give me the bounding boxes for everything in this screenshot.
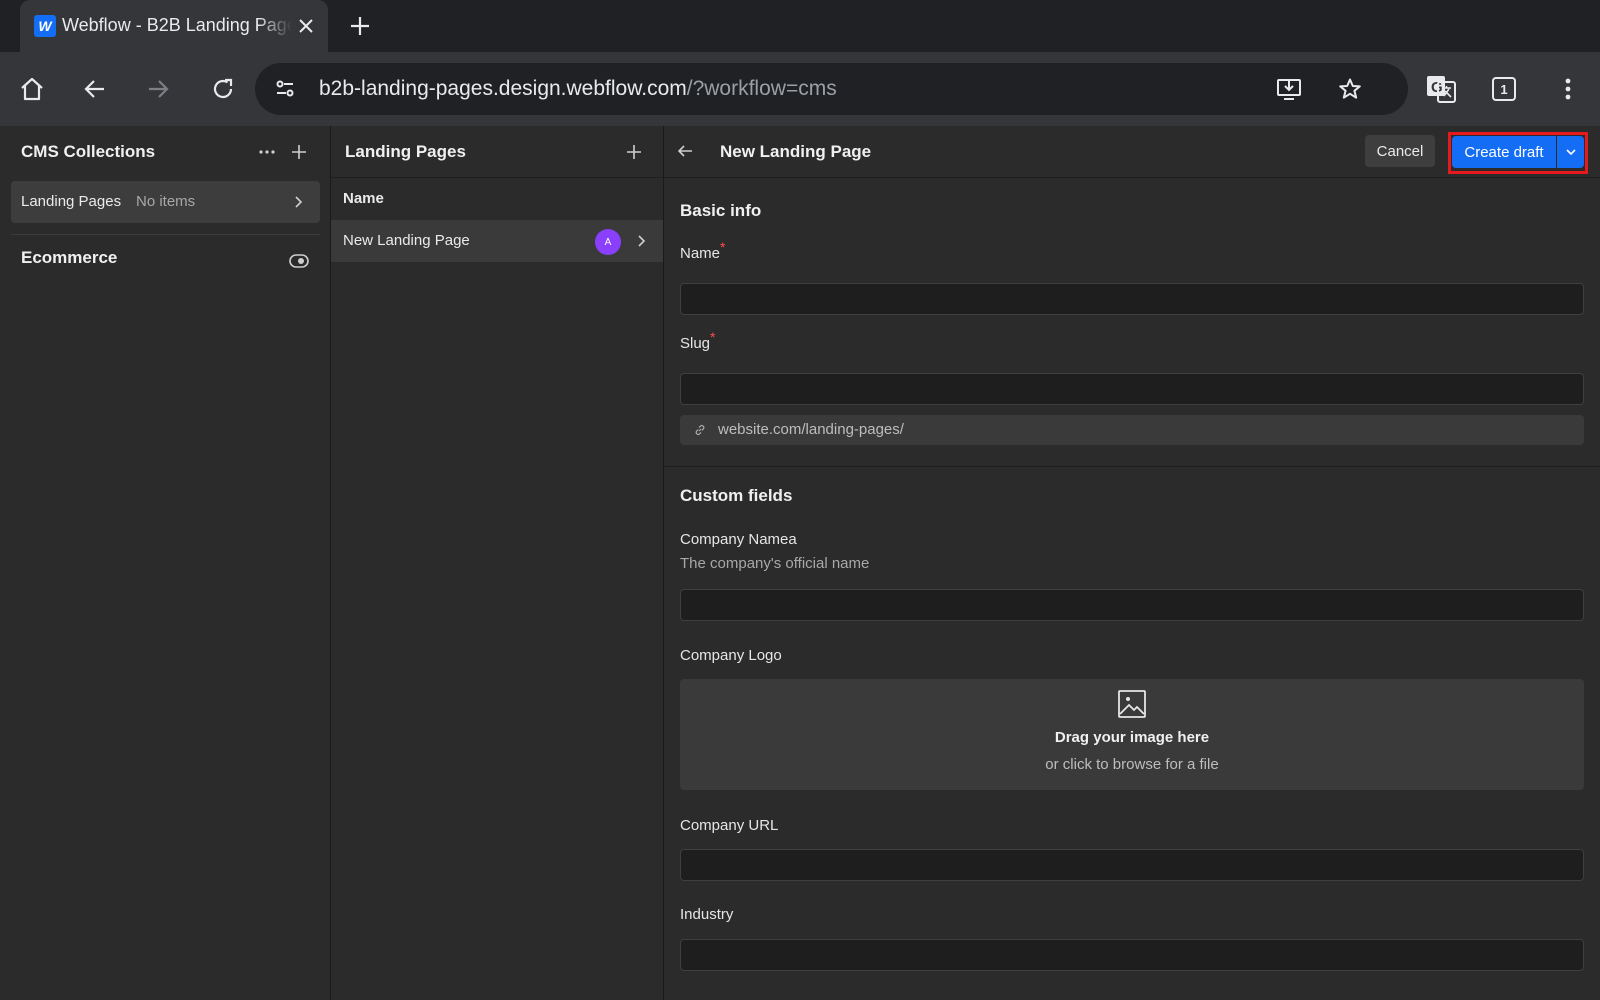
- industry-label: Industry: [680, 906, 734, 923]
- company-logo-label: Company Logo: [680, 647, 782, 664]
- list-item[interactable]: New Landing Page A: [331, 220, 663, 262]
- home-icon[interactable]: [14, 71, 50, 107]
- company-url-input[interactable]: [680, 849, 1584, 881]
- url-host: b2b-landing-pages.design.webflow.com: [319, 77, 687, 100]
- tab-title: Webflow - B2B Landing Pages: [62, 15, 292, 35]
- dropzone-subtitle: or click to browse for a file: [1045, 756, 1219, 773]
- name-label-text: Name: [680, 245, 721, 262]
- name-field-label: Name*: [680, 239, 725, 262]
- collection-count: No items: [136, 193, 196, 210]
- slug-input[interactable]: [680, 373, 1584, 405]
- forward-arrow-icon[interactable]: [140, 71, 176, 107]
- name-column-label: Name: [343, 190, 384, 207]
- cancel-button[interactable]: Cancel: [1365, 135, 1435, 167]
- item-editor-panel: New Landing Page Cancel Create draft Bas…: [664, 126, 1600, 1000]
- browser-tab[interactable]: W Webflow - B2B Landing Pages: [20, 0, 328, 52]
- new-tab-icon[interactable]: [344, 10, 376, 42]
- company-url-label: Company URL: [680, 817, 779, 834]
- company-name-help: The company's official name: [680, 555, 870, 572]
- image-icon: [1118, 690, 1146, 718]
- url-text: b2b-landing-pages.design.webflow.com/?wo…: [319, 77, 837, 101]
- ecommerce-label: Ecommerce: [21, 248, 118, 267]
- dropzone-title: Drag your image here: [1054, 729, 1210, 746]
- required-mark: *: [710, 329, 716, 345]
- avatar: A: [595, 229, 621, 255]
- address-bar[interactable]: b2b-landing-pages.design.webflow.com/?wo…: [255, 63, 1408, 115]
- company-name-input[interactable]: [680, 589, 1584, 621]
- name-input[interactable]: [680, 283, 1584, 315]
- add-item-icon[interactable]: [621, 139, 647, 165]
- collection-item-landing-pages[interactable]: Landing Pages No items: [11, 181, 320, 223]
- slug-label-text: Slug: [680, 335, 711, 352]
- back-arrow-icon[interactable]: [672, 138, 698, 164]
- custom-fields-title: Custom fields: [680, 486, 793, 505]
- divider: [11, 234, 320, 235]
- create-draft-button[interactable]: Create draft: [1452, 136, 1556, 168]
- webflow-cms-app: CMS Collections Landing Pages No items E…: [0, 126, 1600, 1000]
- chevron-down-icon: [1565, 148, 1576, 155]
- slug-prefix: website.com/landing-pages/: [718, 421, 904, 438]
- tab-count: 1: [1492, 77, 1516, 101]
- collection-items-panel: Landing Pages Name New Landing Page A: [331, 126, 664, 1000]
- section-divider: [664, 466, 1600, 467]
- image-dropzone[interactable]: Drag your image here or click to browse …: [680, 679, 1584, 790]
- slug-field-label: Slug*: [680, 329, 715, 352]
- create-options-dropdown[interactable]: [1557, 136, 1584, 168]
- item-title: New Landing Page: [720, 142, 872, 161]
- more-options-icon[interactable]: [254, 139, 280, 165]
- collection-items-header: Landing Pages: [331, 126, 663, 178]
- bookmark-star-icon[interactable]: [1332, 71, 1368, 107]
- tab-count-icon[interactable]: 1: [1486, 71, 1522, 107]
- install-app-icon[interactable]: [1271, 71, 1307, 107]
- collection-items-title: Landing Pages: [345, 142, 466, 161]
- browser-toolbar: b2b-landing-pages.design.webflow.com/?wo…: [0, 52, 1600, 126]
- basic-info-title: Basic info: [680, 201, 762, 220]
- name-column-header[interactable]: Name: [331, 178, 663, 220]
- site-settings-icon[interactable]: [267, 71, 303, 107]
- back-arrow-icon[interactable]: [77, 71, 113, 107]
- cms-collections-header: CMS Collections: [0, 126, 330, 178]
- chevron-right-icon: [628, 228, 654, 254]
- browser-menu-icon[interactable]: [1550, 71, 1586, 107]
- chevron-right-icon: [285, 189, 311, 215]
- required-mark: *: [720, 239, 726, 255]
- item-editor-header: New Landing Page Cancel Create draft: [664, 126, 1600, 178]
- eye-toggle-icon[interactable]: [286, 248, 312, 274]
- cms-collections-title: CMS Collections: [21, 142, 156, 161]
- slug-preview: website.com/landing-pages/: [680, 415, 1584, 445]
- browser-tabstrip: W Webflow - B2B Landing Pages: [0, 0, 1600, 52]
- link-icon: [695, 425, 705, 435]
- cms-collections-panel: CMS Collections Landing Pages No items E…: [0, 126, 331, 1000]
- list-item-label: New Landing Page: [343, 232, 470, 249]
- close-tab-icon[interactable]: [292, 12, 320, 40]
- webflow-favicon-icon: W: [34, 15, 56, 37]
- add-collection-icon[interactable]: [286, 139, 312, 165]
- translate-icon[interactable]: G: [1423, 71, 1459, 107]
- collection-name: Landing Pages: [21, 193, 122, 210]
- industry-input[interactable]: [680, 939, 1584, 971]
- company-name-label: Company Namea: [680, 531, 797, 548]
- reload-icon[interactable]: [205, 71, 241, 107]
- url-path: /?workflow=cms: [686, 77, 837, 100]
